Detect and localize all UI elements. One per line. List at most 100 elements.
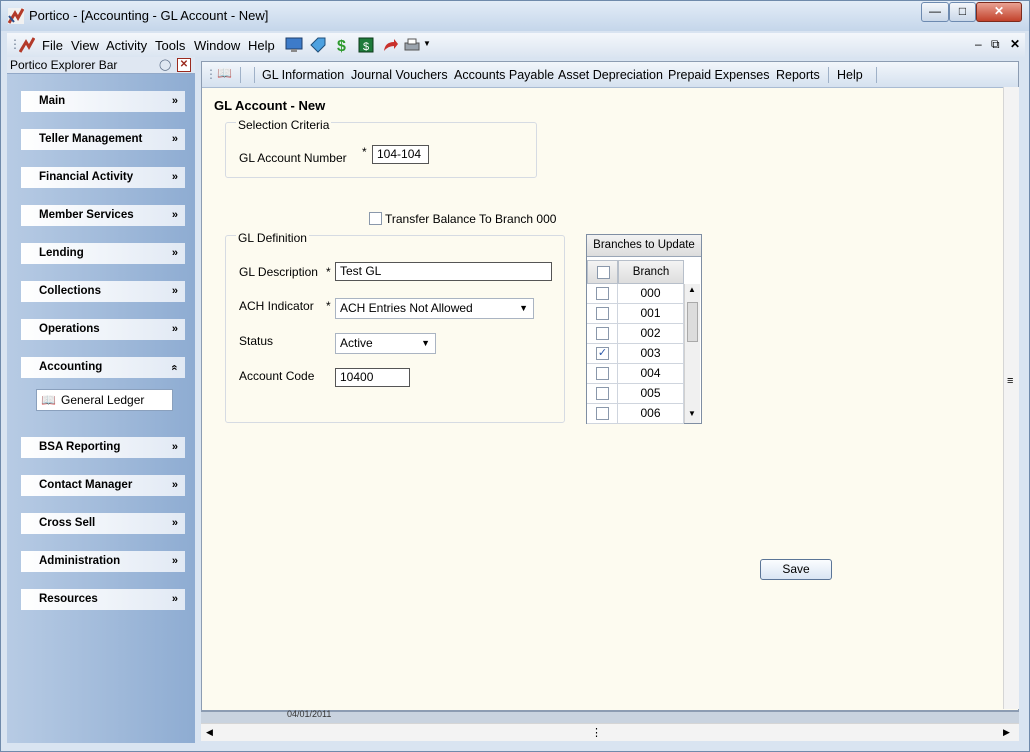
chevron-down-icon: » <box>171 133 178 145</box>
branch-cell[interactable]: 003 <box>618 344 684 364</box>
required-marker: * <box>326 265 331 279</box>
nav-gl-information[interactable]: GL Information <box>262 68 344 82</box>
table-row-check <box>587 384 618 404</box>
branch-checkbox[interactable] <box>596 287 609 300</box>
tag-icon[interactable] <box>309 36 327 54</box>
nav-group-cross-sell[interactable]: Cross Sell » <box>21 513 185 534</box>
menu-window[interactable]: Window <box>194 38 240 53</box>
nav-group-administration[interactable]: Administration » <box>21 551 185 572</box>
printer-dropdown-icon[interactable]: ▼ <box>423 39 431 48</box>
scroll-grip-icon[interactable]: ⋮ <box>591 726 602 739</box>
nav-group-teller-management[interactable]: Teller Management » <box>21 129 185 150</box>
menu-activity[interactable]: Activity <box>106 38 147 53</box>
gl-description-field[interactable]: Test GL <box>335 262 552 281</box>
pin-icon[interactable]: ◯ <box>159 57 171 73</box>
scroll-down-icon[interactable]: ▼ <box>688 409 696 418</box>
nav-group-operations[interactable]: Operations » <box>21 319 185 340</box>
branch-cell[interactable]: 002 <box>618 324 684 344</box>
nav-group-contact-manager[interactable]: Contact Manager » <box>21 475 185 496</box>
required-marker: * <box>362 145 367 159</box>
menu-help[interactable]: Help <box>248 38 275 53</box>
nav-asset-depreciation[interactable]: Asset Depreciation <box>558 68 663 82</box>
select-all-checkbox[interactable] <box>597 266 610 279</box>
nav-group-member-services[interactable]: Member Services » <box>21 205 185 226</box>
scroll-thumb[interactable] <box>687 302 698 342</box>
nav-accounts-payable[interactable]: Accounts Payable <box>454 68 554 82</box>
ach-indicator-select[interactable]: ACH Entries Not Allowed ▼ <box>335 298 534 319</box>
svg-text:$: $ <box>337 38 346 54</box>
scroll-up-icon[interactable]: ▲ <box>688 285 696 294</box>
chevron-up-icon: » <box>168 364 181 371</box>
chevron-down-icon: » <box>171 171 178 183</box>
branch-checkbox[interactable] <box>596 307 609 320</box>
portico-menu-icon[interactable] <box>19 37 35 53</box>
close-button[interactable]: ✕ <box>976 2 1022 22</box>
branch-cell[interactable]: 006 <box>618 404 684 424</box>
branch-column-header[interactable]: Branch <box>618 260 684 284</box>
nav-group-lending[interactable]: Lending » <box>21 243 185 264</box>
scroll-grip-icon[interactable]: ≡ <box>1007 375 1013 387</box>
branch-cell[interactable]: 001 <box>618 304 684 324</box>
nav-group-resources[interactable]: Resources » <box>21 589 185 610</box>
gl-account-number-label: GL Account Number <box>239 151 347 165</box>
branch-checkbox[interactable] <box>596 327 609 340</box>
nav-group-label: Member Services <box>39 209 134 221</box>
nav-group-bsa-reporting[interactable]: BSA Reporting » <box>21 437 185 458</box>
ledger-book-icon[interactable]: 📖 <box>217 66 232 80</box>
nav-group-label: Operations <box>39 323 100 335</box>
menu-view[interactable]: View <box>71 38 99 53</box>
nav-prepaid-expenses[interactable]: Prepaid Expenses <box>668 68 769 82</box>
save-button[interactable]: Save <box>760 559 832 580</box>
branch-cell[interactable]: 004 <box>618 364 684 384</box>
gl-account-number-field[interactable]: 104-104 <box>372 145 429 164</box>
redo-arrow-icon[interactable] <box>381 36 399 54</box>
branch-checkbox[interactable] <box>596 407 609 420</box>
content-horizontal-scrollbar[interactable]: ◀ ⋮ ▶ <box>201 723 1019 741</box>
branch-checkbox[interactable] <box>596 367 609 380</box>
grid-scrollbar[interactable]: ▲ ▼ <box>684 284 700 423</box>
svg-text:$: $ <box>363 41 369 53</box>
separator <box>240 67 241 83</box>
page-title: GL Account - New <box>214 98 326 113</box>
nav-group-accounting[interactable]: Accounting » <box>21 357 185 378</box>
transfer-balance-checkbox[interactable] <box>369 212 382 225</box>
explorer-bar: Portico Explorer Bar ◯ ✕ Main » Teller Ma… <box>7 57 195 743</box>
cash-icon[interactable]: $ <box>357 36 375 54</box>
explorer-close-icon[interactable]: ✕ <box>177 58 191 72</box>
menu-tools[interactable]: Tools <box>155 38 185 53</box>
nav-group-main[interactable]: Main » <box>21 91 185 112</box>
chevron-down-icon: » <box>171 555 178 567</box>
monitor-icon[interactable] <box>285 36 303 54</box>
content-vertical-scrollbar[interactable]: ≡ <box>1003 87 1019 709</box>
account-code-field[interactable]: 10400 <box>335 368 410 387</box>
nav-journal-vouchers[interactable]: Journal Vouchers <box>351 68 448 82</box>
branch-cell[interactable]: 000 <box>618 284 684 304</box>
branch-checkbox[interactable] <box>596 387 609 400</box>
printer-icon[interactable] <box>403 36 421 54</box>
nav-item-general-ledger[interactable]: 📖 General Ledger <box>36 389 173 411</box>
scroll-left-icon[interactable]: ◀ <box>206 727 213 738</box>
separator <box>876 67 877 83</box>
maximize-button[interactable]: □ <box>949 2 976 22</box>
branch-checkbox-checked[interactable]: ✓ <box>596 347 609 360</box>
title-bar: Portico - [Accounting - GL Account - New… <box>1 1 1029 31</box>
status-select[interactable]: Active ▼ <box>335 333 436 354</box>
nav-reports[interactable]: Reports <box>776 68 820 82</box>
nav-group-collections[interactable]: Collections » <box>21 281 185 302</box>
status-label: Status <box>239 334 274 348</box>
minimize-button[interactable]: — <box>921 2 949 22</box>
chevron-down-icon: » <box>171 479 178 491</box>
scroll-right-icon[interactable]: ▶ <box>1003 727 1010 738</box>
dollar-icon[interactable]: $ <box>333 36 351 54</box>
mdi-restore-button[interactable]: ⧉ <box>991 37 1000 52</box>
chevron-down-icon: » <box>171 95 178 107</box>
gl-description-label: GL Description <box>239 265 318 279</box>
mdi-close-button[interactable]: ✕ <box>1010 37 1020 51</box>
mdi-minimize-button[interactable]: – <box>975 37 982 51</box>
branch-cell[interactable]: 005 <box>618 384 684 404</box>
nav-group-financial-activity[interactable]: Financial Activity » <box>21 167 185 188</box>
nav-help[interactable]: Help <box>837 68 863 82</box>
menu-file[interactable]: File <box>42 38 63 53</box>
table-row-check <box>587 324 618 344</box>
nav-group-label: Cross Sell <box>39 517 96 529</box>
